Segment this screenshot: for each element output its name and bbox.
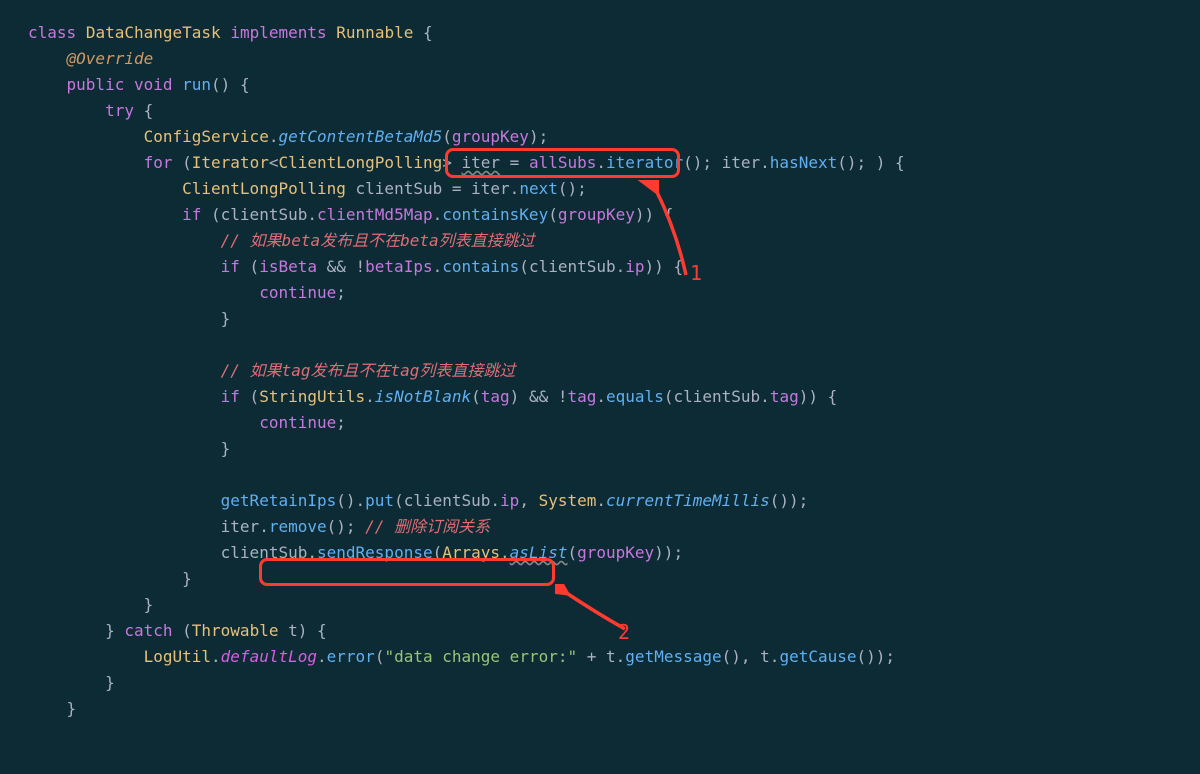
iface-name: Runnable <box>336 23 413 42</box>
kw-implements: implements <box>230 23 326 42</box>
class-name: DataChangeTask <box>86 23 221 42</box>
kw-class: class <box>28 23 76 42</box>
annotation-override: @Override <box>67 49 154 68</box>
code-editor[interactable]: class DataChangeTask implements Runnable… <box>28 20 1172 722</box>
comment-beta: // 如果beta发布且不在beta列表直接跳过 <box>221 231 535 250</box>
annotation-label-2: 2 <box>618 616 630 649</box>
var-iter: iter <box>462 153 501 172</box>
comment-remove: // 删除订阅关系 <box>365 517 490 536</box>
annotation-label-1: 1 <box>690 257 702 290</box>
comment-tag: // 如果tag发布且不在tag列表直接跳过 <box>221 361 516 380</box>
